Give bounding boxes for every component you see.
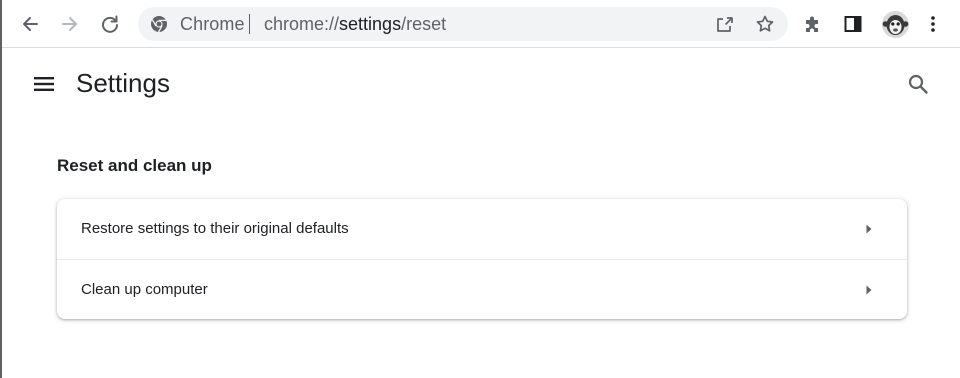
row-label: Restore settings to their original defau…: [81, 220, 349, 237]
settings-main-menu-button[interactable]: [30, 70, 58, 98]
restore-defaults-row[interactable]: Restore settings to their original defau…: [57, 199, 907, 259]
share-button[interactable]: [714, 13, 736, 35]
hamburger-menu-icon: [34, 77, 54, 91]
clean-up-computer-row[interactable]: Clean up computer: [57, 259, 907, 319]
star-icon: [756, 15, 774, 32]
omnibox-separator: [249, 14, 250, 34]
chrome-logo-icon: [151, 16, 167, 33]
search-icon: [908, 74, 928, 94]
extensions-button[interactable]: [798, 9, 828, 39]
chrome-menu-button[interactable]: [918, 9, 948, 39]
arrow-forward-icon: [62, 17, 77, 31]
browser-toolbar: Chrome chrome://settings/reset: [2, 0, 960, 48]
arrow-right-icon: [863, 284, 875, 296]
forward-button[interactable]: [55, 9, 85, 39]
search-settings-button[interactable]: [904, 70, 932, 98]
page-title: Settings: [76, 68, 170, 98]
row-label: Clean up computer: [81, 280, 208, 298]
site-chip-label: Chrome: [180, 14, 245, 34]
arrow-right-icon: [863, 223, 875, 235]
url-text[interactable]: chrome://settings/reset: [264, 14, 446, 34]
side-panel-button[interactable]: [838, 9, 868, 39]
share-icon: [717, 17, 733, 32]
side-panel-icon: [844, 16, 862, 32]
url-path: /reset: [401, 14, 447, 34]
window-edge: [0, 0, 2, 378]
reload-button[interactable]: [95, 9, 125, 39]
section-title: Reset and clean up: [57, 156, 212, 175]
back-button[interactable]: [15, 9, 45, 39]
profile-avatar[interactable]: [882, 11, 909, 38]
reload-icon: [102, 15, 118, 33]
puzzle-icon: [806, 16, 818, 32]
three-dots-icon: [931, 16, 935, 32]
avatar: [882, 11, 909, 38]
arrow-back-icon: [23, 17, 38, 31]
url-scheme: chrome://: [264, 14, 340, 34]
reset-card: Restore settings to their original defau…: [57, 199, 907, 319]
url-host: settings: [339, 14, 402, 34]
omnibox[interactable]: Chrome chrome://settings/reset: [138, 7, 788, 41]
bookmark-button[interactable]: [754, 13, 776, 35]
